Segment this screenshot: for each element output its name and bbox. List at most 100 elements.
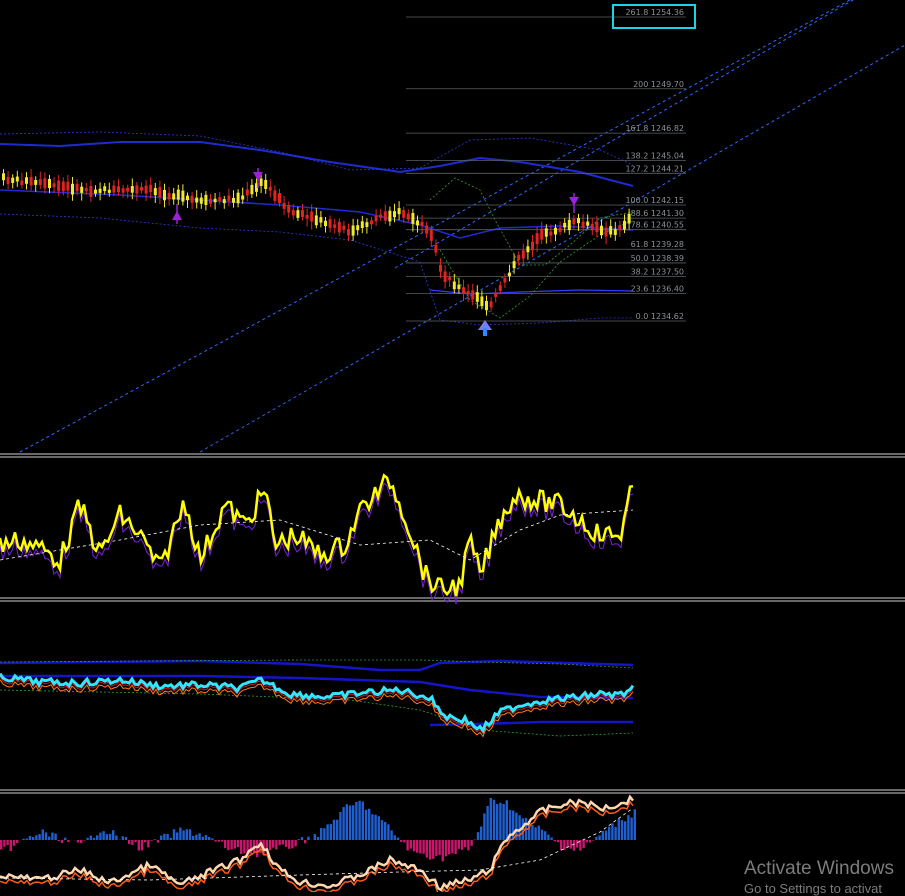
candle-body (490, 301, 493, 307)
macd-histogram-bar (557, 840, 559, 842)
macd-histogram-bar (336, 820, 338, 840)
macd-histogram-bar (352, 805, 354, 840)
candle-body (16, 177, 19, 182)
candle-body (191, 196, 194, 203)
candle-body (250, 185, 253, 194)
candle-body (227, 196, 230, 201)
macd-histogram-bar (64, 838, 66, 840)
macd-histogram-bar (275, 840, 277, 849)
macd-histogram-bar (371, 814, 373, 840)
macd-histogram-bar (467, 840, 469, 850)
macd-histogram-bar (109, 834, 111, 840)
macd-histogram-bar (432, 840, 434, 859)
macd-histogram-bar (189, 829, 191, 840)
price-pane[interactable]: 261.8 1254.36200 1249.70161.8 1246.82138… (0, 0, 905, 452)
macd-histogram-bar (288, 840, 290, 849)
macd-histogram-bar (355, 802, 357, 840)
candle-body (448, 277, 451, 280)
macd-histogram-bar (83, 840, 85, 841)
macd-histogram-bar (278, 840, 280, 845)
macd-histogram-bar (365, 810, 367, 840)
candle-body (20, 181, 23, 185)
macd-histogram-bar (150, 840, 152, 841)
candle-body (572, 219, 575, 224)
candle-body (628, 214, 631, 224)
macd-histogram-bar (374, 815, 376, 840)
macd-histogram-bar (384, 822, 386, 840)
candle-body (158, 187, 161, 197)
fib-level-label: 138.2 1245.04 (625, 152, 684, 161)
macd-histogram-bar (90, 836, 92, 840)
rsi-bands-pane[interactable] (0, 660, 633, 737)
trading-chart[interactable]: 261.8 1254.36200 1249.70161.8 1246.82138… (0, 0, 905, 892)
macd-histogram-bar (493, 800, 495, 840)
fib-level-label: 61.8 1239.28 (631, 240, 684, 249)
candle-body (609, 226, 612, 234)
fib-level-label: 161.8 1246.82 (625, 124, 684, 133)
candle-body (48, 179, 51, 188)
macd-histogram-bar (592, 840, 594, 841)
candle-body (223, 199, 226, 203)
macd-histogram-bar (381, 820, 383, 840)
watermark-title: Activate Windows (744, 858, 894, 881)
macd-histogram-bar (346, 804, 348, 840)
macd-histogram-bar (598, 836, 600, 840)
candle-body (577, 218, 580, 223)
macd-histogram-bar (438, 840, 440, 855)
macd-histogram-bar (390, 830, 392, 840)
candle-body (605, 228, 608, 237)
macd-histogram-bar (230, 840, 232, 850)
candle-body (549, 232, 552, 236)
candle-body (540, 229, 543, 240)
macd-histogram-bar (13, 840, 15, 846)
candle-body (517, 255, 520, 260)
macd-histogram-bar (608, 827, 610, 840)
macd-histogram-bar (400, 840, 402, 842)
macd-histogram-pane[interactable] (0, 797, 636, 892)
candle-body (296, 210, 299, 218)
macd-histogram-bar (106, 834, 108, 840)
macd-histogram-bar (547, 835, 549, 840)
candle-body (149, 185, 152, 192)
macd-histogram-bar (477, 832, 479, 840)
candle-body (586, 222, 589, 226)
candle-body (618, 225, 621, 230)
candle-body (333, 224, 336, 227)
macd-histogram-bar (214, 840, 216, 842)
candle-body (329, 219, 332, 228)
windows-activation-watermark: Activate Windows Go to Settings to activ… (744, 858, 894, 896)
macd-histogram-bar (141, 840, 143, 850)
low-arrow-stem (483, 328, 487, 336)
candle-body (177, 190, 180, 200)
rsi-band-upper (0, 661, 633, 670)
candle-body (287, 205, 290, 212)
candle-body (554, 228, 557, 235)
macd-histogram-bar (544, 831, 546, 840)
candle-body (181, 191, 184, 202)
macd-histogram-bar (32, 837, 34, 840)
candle-body (11, 178, 14, 183)
candle-body (122, 188, 125, 192)
candle-body (591, 224, 594, 230)
envelope-lower (0, 214, 633, 325)
candle-body (154, 188, 157, 195)
fib-level-label: 50.0 1238.39 (631, 254, 684, 263)
macd-histogram-bar (3, 840, 5, 847)
macd-histogram-bar (134, 840, 136, 842)
candle-body (269, 187, 272, 191)
macd-histogram-bar (26, 839, 28, 840)
macd-histogram-bar (307, 837, 309, 840)
candle-body (301, 210, 304, 217)
macd-histogram-bar (589, 840, 591, 842)
macd-histogram-bar (445, 840, 447, 856)
macd-histogram-bar (342, 807, 344, 840)
candle-body (94, 190, 97, 194)
macd-histogram-bar (163, 834, 165, 840)
candle-body (62, 182, 65, 192)
oscillator-pane[interactable] (0, 475, 633, 604)
macd-histogram-bar (243, 840, 245, 853)
macd-histogram-bar (179, 828, 181, 840)
candle-body (536, 233, 539, 244)
macd-histogram-bar (198, 833, 200, 840)
macd-histogram-bar (630, 818, 632, 840)
